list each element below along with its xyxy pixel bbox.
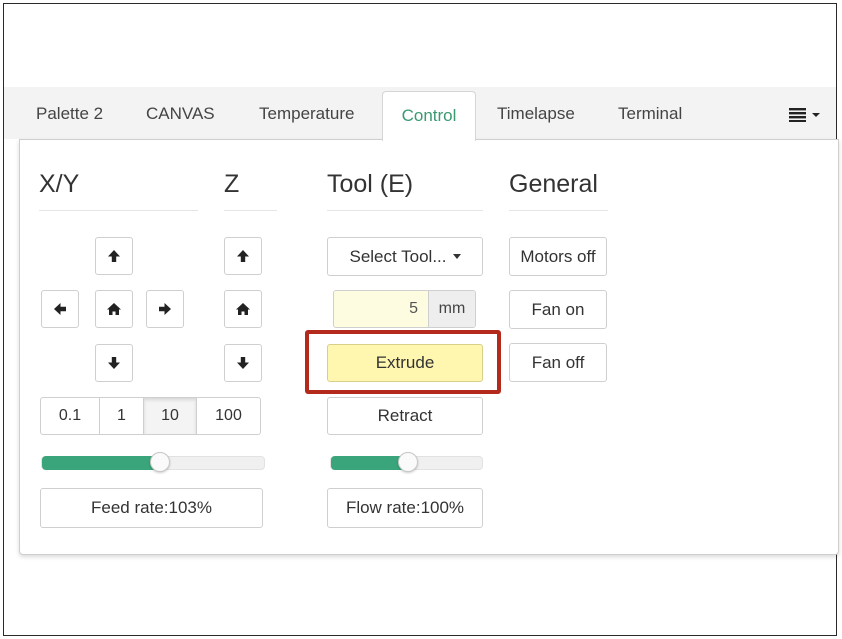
feed-rate-slider-handle[interactable] xyxy=(150,452,170,472)
step-size-100[interactable]: 100 xyxy=(196,397,261,435)
tool-divider xyxy=(327,210,483,211)
step-size-1[interactable]: 1 xyxy=(99,397,144,435)
general-divider xyxy=(509,210,608,211)
select-tool-dropdown[interactable]: Select Tool... xyxy=(327,237,483,276)
retract-button[interactable]: Retract xyxy=(327,397,483,435)
xy-divider xyxy=(39,210,198,211)
arrow-down-icon xyxy=(237,357,249,369)
jog-x-minus-button[interactable] xyxy=(41,290,79,328)
step-size-0-1[interactable]: 0.1 xyxy=(40,397,100,435)
arrow-left-icon xyxy=(54,303,66,315)
jog-z-minus-button[interactable] xyxy=(224,344,262,382)
arrow-up-icon xyxy=(237,250,249,262)
jog-z-plus-button[interactable] xyxy=(224,237,262,275)
fan-off-button[interactable]: Fan off xyxy=(509,343,607,382)
home-icon xyxy=(236,303,250,315)
flow-rate-button[interactable]: Flow rate:100% xyxy=(327,488,483,528)
xy-column-title: X/Y xyxy=(39,170,80,198)
select-tool-label: Select Tool... xyxy=(349,246,447,266)
flow-rate-slider-handle[interactable] xyxy=(398,452,418,472)
flow-rate-slider[interactable] xyxy=(330,452,483,472)
feed-rate-slider[interactable] xyxy=(41,452,265,472)
general-column-title: General xyxy=(509,170,598,198)
jog-y-minus-button[interactable] xyxy=(95,344,133,382)
extrude-amount-input[interactable]: 5 xyxy=(334,291,428,327)
extrude-amount-unit: mm xyxy=(428,291,475,327)
extrude-highlight-box xyxy=(305,330,501,394)
feed-rate-slider-fill xyxy=(42,456,162,470)
home-z-button[interactable] xyxy=(224,290,262,328)
step-size-10[interactable]: 10 xyxy=(143,397,197,435)
motors-off-button[interactable]: Motors off xyxy=(509,237,607,276)
extrude-amount-input-group: 5 mm xyxy=(333,290,476,328)
z-column-title: Z xyxy=(224,170,240,198)
arrow-right-icon xyxy=(159,303,171,315)
jog-y-plus-button[interactable] xyxy=(95,237,133,275)
home-icon xyxy=(107,303,121,315)
tool-column-title: Tool (E) xyxy=(327,170,414,198)
jog-x-plus-button[interactable] xyxy=(146,290,184,328)
arrow-up-icon xyxy=(108,250,120,262)
fan-on-button[interactable]: Fan on xyxy=(509,290,607,329)
arrow-down-icon xyxy=(108,357,120,369)
z-divider xyxy=(224,210,277,211)
chevron-down-icon xyxy=(452,254,461,259)
feed-rate-button[interactable]: Feed rate:103% xyxy=(40,488,263,528)
home-xy-button[interactable] xyxy=(95,290,133,328)
